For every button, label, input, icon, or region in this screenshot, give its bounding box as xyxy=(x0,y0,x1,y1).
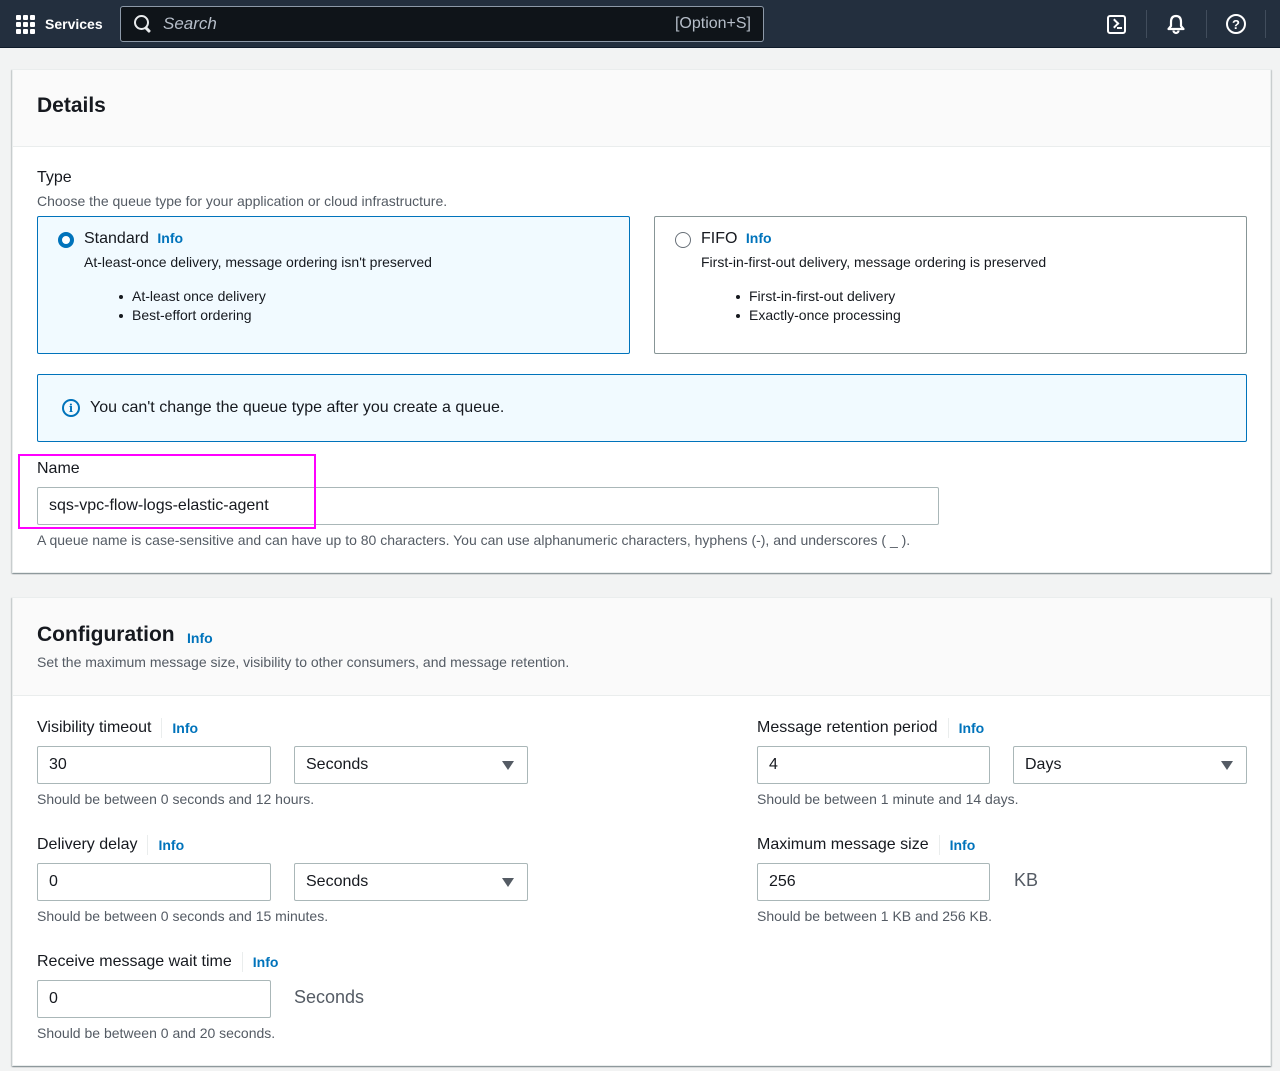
configuration-container: Configuration Info Set the maximum messa… xyxy=(12,597,1271,1066)
visibility-timeout-info-link[interactable]: Info xyxy=(172,720,198,736)
type-label: Type xyxy=(37,169,72,186)
message-retention-unit-select[interactable]: Days xyxy=(1013,746,1247,784)
standard-title: Standard xyxy=(84,230,149,247)
search-icon xyxy=(133,14,153,34)
fifo-info-link[interactable]: Info xyxy=(746,230,772,246)
queue-type-alert: i You can't change the queue type after … xyxy=(37,374,1247,442)
queue-name-input[interactable]: sqs-vpc-flow-logs-elastic-agent xyxy=(37,487,939,525)
nav-divider xyxy=(1206,10,1207,38)
delivery-delay-info-link[interactable]: Info xyxy=(158,837,184,853)
configuration-description: Set the maximum message size, visibility… xyxy=(37,654,570,670)
configuration-header: Configuration Info Set the maximum messa… xyxy=(13,598,1270,696)
message-retention-input[interactable]: 4 xyxy=(757,746,990,784)
bullet-item: Best-effort ordering xyxy=(118,306,266,325)
message-retention-unit: Days xyxy=(1025,756,1062,773)
visibility-timeout-label-row: Visibility timeout Info xyxy=(37,718,198,738)
receive-wait-time-input[interactable]: 0 xyxy=(37,980,271,1018)
message-retention-hint: Should be between 1 minute and 14 days. xyxy=(757,791,1019,807)
type-description: Choose the queue type for your applicati… xyxy=(37,193,448,209)
grid-icon xyxy=(16,14,36,35)
configuration-title: Configuration xyxy=(37,623,175,646)
standard-description: At-least-once delivery, message ordering… xyxy=(84,254,432,270)
delivery-delay-unit: Seconds xyxy=(306,873,369,890)
queue-type-fifo-tile[interactable]: FIFO Info First-in-first-out delivery, m… xyxy=(654,216,1247,354)
receive-wait-time-label-row: Receive message wait time Info xyxy=(37,952,278,972)
receive-wait-time-hint: Should be between 0 and 20 seconds. xyxy=(37,1025,276,1041)
details-header: Details xyxy=(13,70,1270,147)
max-message-size-unit: KB xyxy=(1014,870,1039,890)
message-retention-label-row: Message retention period Info xyxy=(757,718,984,738)
search-shortcut: [Option+S] xyxy=(674,15,751,32)
delivery-delay-label: Delivery delay xyxy=(37,836,138,853)
queue-type-standard-tile[interactable]: Standard Info At-least-once delivery, me… xyxy=(37,216,630,354)
visibility-timeout-label: Visibility timeout xyxy=(37,719,152,736)
nav-divider xyxy=(1265,10,1266,38)
search-input[interactable]: Search [Option+S] xyxy=(120,6,764,42)
delivery-delay-hint: Should be between 0 seconds and 15 minut… xyxy=(37,908,329,924)
max-message-size-input[interactable]: 256 xyxy=(757,863,990,901)
services-menu-button[interactable]: Services xyxy=(16,12,103,36)
bullet-item: Exactly-once processing xyxy=(735,306,901,325)
nav-divider xyxy=(1146,10,1147,38)
cloudshell-icon[interactable] xyxy=(1104,12,1128,36)
delivery-delay-unit-select[interactable]: Seconds xyxy=(294,863,528,901)
details-title: Details xyxy=(37,94,106,117)
bullet-item: At-least once delivery xyxy=(118,287,266,306)
search-placeholder: Search xyxy=(163,14,217,33)
message-retention-label: Message retention period xyxy=(757,719,938,736)
receive-wait-time-label: Receive message wait time xyxy=(37,953,232,970)
receive-wait-time-info-link[interactable]: Info xyxy=(253,954,279,970)
message-retention-info-link[interactable]: Info xyxy=(959,720,985,736)
delivery-delay-label-row: Delivery delay Info xyxy=(37,835,184,855)
visibility-timeout-unit: Seconds xyxy=(306,756,369,773)
visibility-timeout-input[interactable]: 30 xyxy=(37,746,271,784)
help-icon[interactable]: ? xyxy=(1224,12,1248,36)
fifo-description: First-in-first-out delivery, message ord… xyxy=(701,254,1047,270)
delivery-delay-input[interactable]: 0 xyxy=(37,863,271,901)
queue-name-hint: A queue name is case-sensitive and can h… xyxy=(37,532,911,548)
caret-down-icon xyxy=(502,878,514,887)
max-message-size-label-row: Maximum message size Info xyxy=(757,835,975,855)
fifo-title: FIFO xyxy=(701,230,738,247)
max-message-size-info-link[interactable]: Info xyxy=(950,837,976,853)
details-container: Details Type Choose the queue type for y… xyxy=(12,69,1271,573)
caret-down-icon xyxy=(1221,761,1233,770)
standard-radio[interactable] xyxy=(58,232,74,248)
services-label: Services xyxy=(45,16,103,32)
standard-bullets: At-least once delivery Best-effort order… xyxy=(118,287,266,325)
receive-wait-time-unit: Seconds xyxy=(294,987,365,1007)
alert-text: You can't change the queue type after yo… xyxy=(90,399,505,416)
name-label: Name xyxy=(37,460,80,477)
top-navigation: Services Search [Option+S] ? xyxy=(0,0,1280,48)
max-message-size-label: Maximum message size xyxy=(757,836,929,853)
caret-down-icon xyxy=(502,761,514,770)
bell-icon[interactable] xyxy=(1164,12,1188,36)
fifo-bullets: First-in-first-out delivery Exactly-once… xyxy=(735,287,901,325)
visibility-timeout-hint: Should be between 0 seconds and 12 hours… xyxy=(37,791,315,807)
max-message-size-hint: Should be between 1 KB and 256 KB. xyxy=(757,908,993,924)
standard-info-link[interactable]: Info xyxy=(157,230,183,246)
fifo-radio[interactable] xyxy=(675,232,691,248)
visibility-timeout-unit-select[interactable]: Seconds xyxy=(294,746,528,784)
configuration-info-link[interactable]: Info xyxy=(187,630,213,646)
bullet-item: First-in-first-out delivery xyxy=(735,287,901,306)
info-circle-icon: i xyxy=(62,399,80,417)
